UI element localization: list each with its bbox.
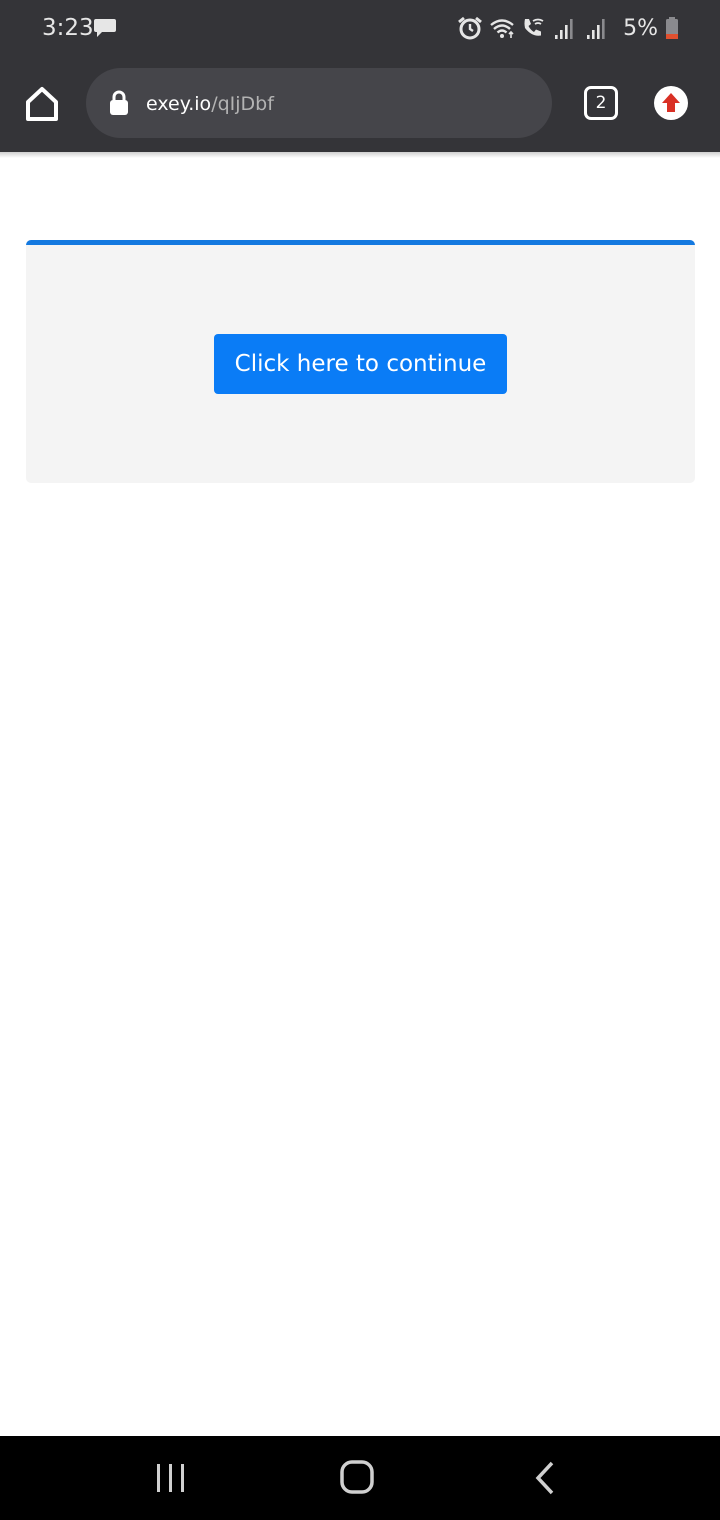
update-button[interactable] (654, 86, 688, 120)
signal-icon (585, 16, 611, 40)
home-icon[interactable] (22, 84, 62, 124)
message-icon (93, 17, 117, 39)
lock-icon (108, 90, 130, 116)
status-bar: 3:23 5% (0, 0, 720, 56)
status-icons: 5% (457, 14, 680, 42)
back-icon[interactable] (530, 1459, 560, 1497)
wifi-calling-icon (521, 16, 547, 40)
wifi-icon (489, 16, 515, 40)
url-text[interactable]: exey.io/qIjDbf (146, 90, 274, 118)
alarm-icon (457, 16, 483, 40)
battery-low-icon (664, 16, 680, 40)
battery-percent: 5% (623, 15, 658, 41)
status-time: 3:23 (42, 15, 94, 41)
update-arrow-icon (662, 93, 680, 112)
tab-switcher-button[interactable]: 2 (584, 86, 618, 120)
home-icon[interactable] (337, 1457, 377, 1497)
continue-button[interactable]: Click here to continue (214, 334, 507, 394)
url-domain: exey.io (146, 93, 212, 115)
url-path: /qIjDbf (211, 93, 274, 115)
signal-icon (553, 16, 579, 40)
recent-apps-icon[interactable] (152, 1460, 188, 1496)
toolbar-shadow (0, 152, 720, 158)
